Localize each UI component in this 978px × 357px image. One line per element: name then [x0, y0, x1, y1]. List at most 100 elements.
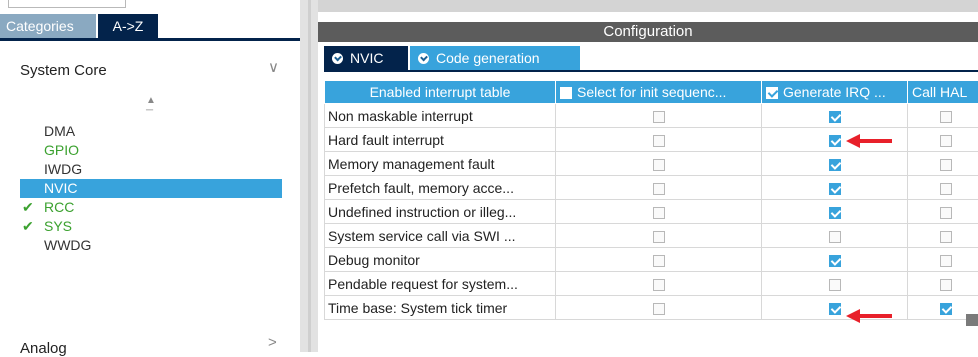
cell-hal — [908, 176, 978, 200]
cell-hal — [908, 200, 978, 224]
cell-irq — [762, 272, 908, 296]
cell-irq — [762, 176, 908, 200]
hal-checkbox[interactable] — [940, 303, 952, 315]
cell-init — [556, 200, 762, 224]
irq-checkbox[interactable] — [829, 111, 841, 123]
init-checkbox[interactable] — [653, 255, 665, 267]
cell-init — [556, 272, 762, 296]
irq-checkbox[interactable] — [829, 279, 841, 291]
scrollbar-thumb[interactable] — [966, 314, 978, 326]
table-row[interactable]: Undefined instruction or illeg... — [325, 200, 978, 224]
hal-checkbox[interactable] — [940, 159, 952, 171]
cell-hal — [908, 224, 978, 248]
list-item-iwdg[interactable]: IWDG — [20, 160, 282, 179]
cell-irq — [762, 200, 908, 224]
arrow-shaft — [856, 139, 892, 143]
column-header-label: Select for init sequenc... — [577, 84, 726, 100]
init-checkbox[interactable] — [653, 279, 665, 291]
left-panel: Categories A->Z System Core ∨ ▲─ DMA GPI… — [0, 0, 300, 352]
cell-irq — [762, 152, 908, 176]
init-checkbox[interactable] — [653, 111, 665, 123]
irq-checkbox[interactable] — [829, 231, 841, 243]
splitter-bar[interactable] — [308, 0, 311, 352]
init-checkbox[interactable] — [653, 135, 665, 147]
column-checkbox[interactable] — [766, 87, 778, 99]
category-tabbar: Categories A->Z — [0, 14, 300, 38]
tab-nvic[interactable]: NVIC — [324, 46, 408, 70]
init-checkbox[interactable] — [653, 303, 665, 315]
cell-hal — [908, 104, 978, 128]
column-header-hal[interactable]: Call HAL — [908, 81, 978, 104]
init-checkbox[interactable] — [653, 183, 665, 195]
tab-categories[interactable]: Categories — [0, 14, 96, 38]
right-panel: Configuration NVIC Code generation Enabl… — [318, 0, 978, 352]
hal-checkbox[interactable] — [940, 255, 952, 267]
irq-checkbox[interactable] — [829, 159, 841, 171]
interrupt-name: Non maskable interrupt — [325, 104, 556, 128]
annotation-arrow-systick — [846, 309, 894, 323]
cell-irq — [762, 104, 908, 128]
irq-checkbox[interactable] — [829, 255, 841, 267]
table-row[interactable]: Memory management fault — [325, 152, 978, 176]
hal-checkbox[interactable] — [940, 207, 952, 219]
checkmark-icon: ✔ — [22, 198, 34, 217]
tab-a-to-z[interactable]: A->Z — [98, 14, 158, 38]
search-input[interactable] — [8, 0, 126, 8]
init-checkbox[interactable] — [653, 207, 665, 219]
configuration-header: Configuration — [318, 22, 978, 42]
interrupt-name: Prefetch fault, memory acce... — [325, 176, 556, 200]
irq-checkbox[interactable] — [829, 207, 841, 219]
init-checkbox[interactable] — [653, 159, 665, 171]
list-item-gpio[interactable]: GPIO — [20, 141, 282, 160]
column-header-label: Generate IRQ ... — [783, 84, 886, 100]
list-item-wwdg[interactable]: WWDG — [20, 236, 282, 255]
hal-checkbox[interactable] — [940, 111, 952, 123]
table-row[interactable]: Pendable request for system... — [325, 272, 978, 296]
column-checkbox[interactable] — [560, 87, 572, 99]
table-row[interactable]: System service call via SWI ... — [325, 224, 978, 248]
panel-splitter[interactable] — [300, 0, 318, 352]
interrupt-name: Undefined instruction or illeg... — [325, 200, 556, 224]
table-row[interactable]: Prefetch fault, memory acce... — [325, 176, 978, 200]
chevron-right-icon[interactable]: > — [268, 334, 277, 351]
list-item-label: DMA — [44, 123, 75, 139]
list-item-rcc[interactable]: ✔RCC — [20, 198, 282, 217]
list-item-dma[interactable]: DMA — [20, 122, 282, 141]
hal-checkbox[interactable] — [940, 135, 952, 147]
hal-checkbox[interactable] — [940, 231, 952, 243]
irq-checkbox[interactable] — [829, 183, 841, 195]
table-row[interactable]: Debug monitor — [325, 248, 978, 272]
tab-label: Code generation — [436, 50, 540, 66]
table-header-row: Enabled interrupt table Select for init … — [325, 81, 978, 104]
cell-hal — [908, 152, 978, 176]
list-item-label: NVIC — [44, 180, 77, 196]
cell-init — [556, 128, 762, 152]
cell-hal — [908, 128, 978, 152]
cell-init — [556, 152, 762, 176]
irq-checkbox[interactable] — [829, 303, 841, 315]
irq-checkbox[interactable] — [829, 135, 841, 147]
interrupt-name: Hard fault interrupt — [325, 128, 556, 152]
init-checkbox[interactable] — [653, 231, 665, 243]
column-header-enabled[interactable]: Enabled interrupt table — [325, 81, 556, 104]
tab-code-generation[interactable]: Code generation — [410, 46, 580, 70]
arrow-shaft — [856, 314, 892, 318]
group-title-analog[interactable]: Analog — [20, 340, 67, 357]
tab-label: NVIC — [350, 50, 383, 66]
check-circle-icon — [332, 53, 343, 64]
column-header-irq[interactable]: Generate IRQ ... — [762, 81, 908, 104]
chevron-down-icon[interactable]: ∨ — [268, 58, 279, 76]
sort-icon[interactable]: ▲─ — [146, 96, 156, 116]
hal-checkbox[interactable] — [940, 279, 952, 291]
cell-hal — [908, 272, 978, 296]
hal-checkbox[interactable] — [940, 183, 952, 195]
interrupt-name: System service call via SWI ... — [325, 224, 556, 248]
list-item-sys[interactable]: ✔SYS — [20, 217, 282, 236]
list-item-nvic[interactable]: NVIC — [20, 179, 282, 198]
check-circle-icon — [418, 53, 429, 64]
table-row[interactable]: Non maskable interrupt — [325, 104, 978, 128]
group-title-system-core[interactable]: System Core — [20, 62, 107, 79]
annotation-arrow-hard-fault — [846, 134, 894, 148]
column-header-init[interactable]: Select for init sequenc... — [556, 81, 762, 104]
interrupt-name: Debug monitor — [325, 248, 556, 272]
